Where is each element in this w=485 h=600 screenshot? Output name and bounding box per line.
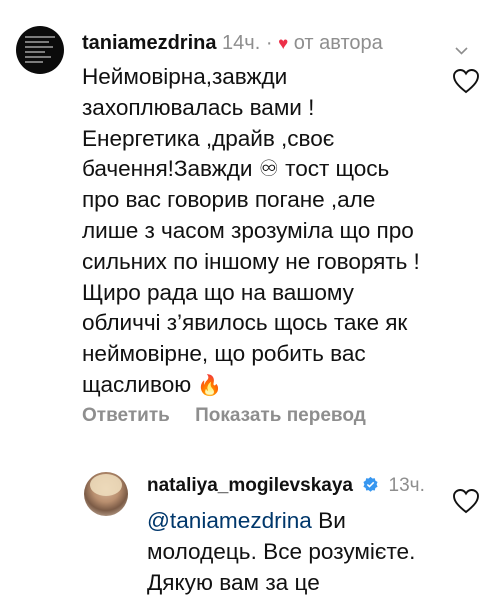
reply-username[interactable]: nataliya_mogilevskaya <box>147 475 353 496</box>
infinity-icon: ♾ <box>258 156 279 182</box>
comment-text: Неймовірна,завжди захоплювалась вами ! Е… <box>82 62 427 402</box>
author-liked-label: от автора <box>293 32 383 54</box>
commenter-avatar[interactable] <box>16 26 64 74</box>
avatar-text-pattern <box>25 36 55 66</box>
translate-button[interactable]: Показать перевод <box>195 405 366 426</box>
meta-separator: · <box>265 32 273 54</box>
comment-actions: Ответить Показать перевод <box>82 403 386 429</box>
commenter-username[interactable]: taniamezdrina <box>82 32 216 54</box>
reply-time: 13ч. <box>388 475 425 496</box>
comment-text-part2: тост щось про вас говорив погане ,але ли… <box>82 156 420 397</box>
verified-badge-icon <box>363 476 378 492</box>
reply-avatar[interactable] <box>84 472 128 516</box>
author-liked-heart-icon: ♥ <box>278 34 289 53</box>
reply-header: nataliya_mogilevskaya 13ч. <box>147 473 425 499</box>
reply-button[interactable]: Ответить <box>82 405 170 426</box>
fire-emoji-icon: 🔥 <box>197 374 223 397</box>
comment-time: 14ч. <box>222 32 261 54</box>
comment-header: taniamezdrina 14ч. · ♥ от автора <box>82 30 383 57</box>
reply-like-heart-icon[interactable] <box>452 488 480 514</box>
chevron-down-icon[interactable] <box>455 44 468 57</box>
avatar-photo <box>90 474 122 496</box>
reply-text: @taniamezdrina Ви молодець. Все розумієт… <box>147 506 447 598</box>
mention-link[interactable]: @taniamezdrina <box>147 508 312 533</box>
like-heart-icon[interactable] <box>452 68 480 94</box>
